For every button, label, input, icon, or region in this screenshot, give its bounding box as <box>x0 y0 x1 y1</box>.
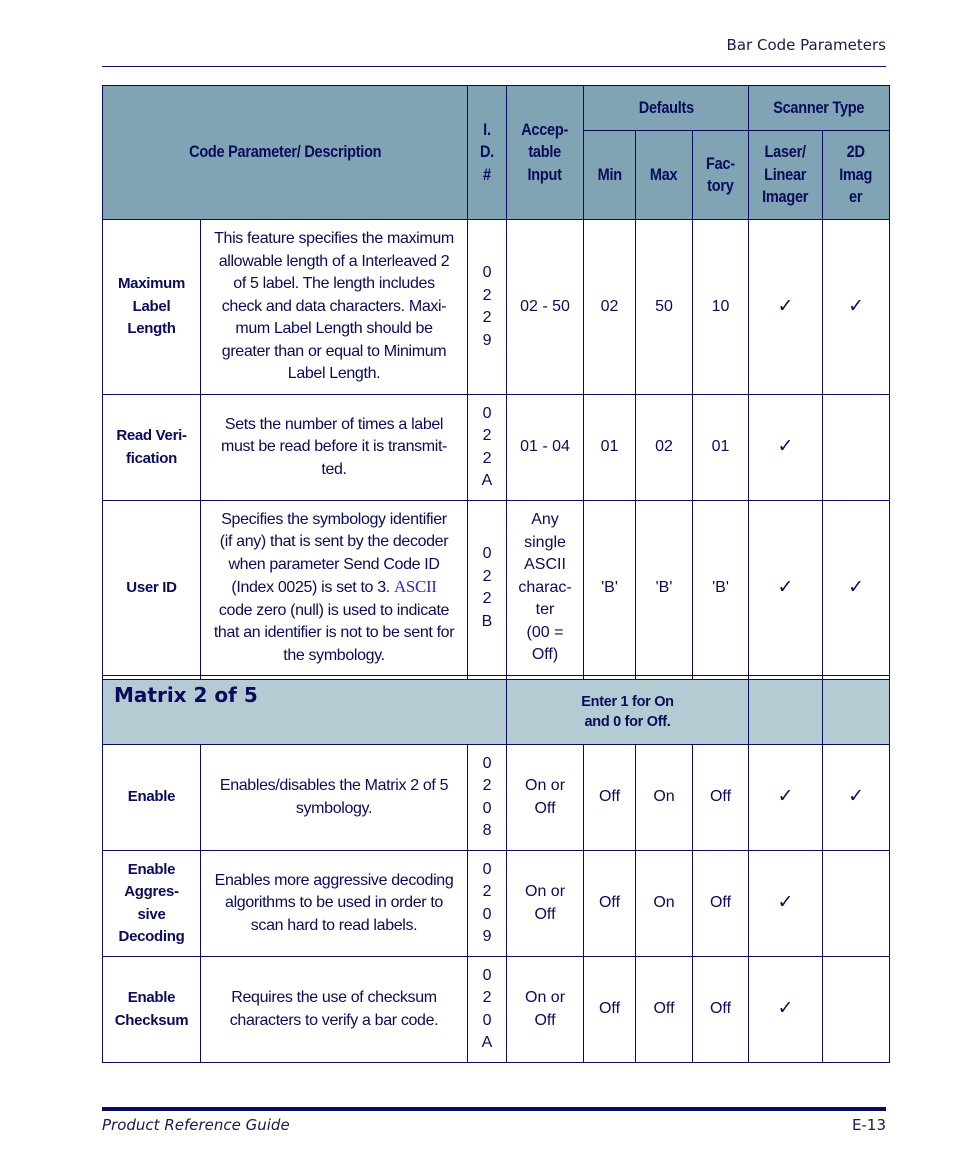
section-laser-cell <box>748 679 824 745</box>
acceptable-input: Any single ASCII charac-ter (00 = Off) <box>506 500 585 676</box>
table-row: Enable Aggres-sive Decoding Enables more ag… <box>102 850 891 957</box>
parameter-name: Maximum Label Length <box>102 219 201 395</box>
parameter-name: Read Veri-fication <box>102 394 201 501</box>
table-row: Read Veri-fication Sets the number of tim… <box>102 394 891 501</box>
laser-linear-imager-support: ✓ <box>748 219 824 395</box>
checkmark-icon: ✓ <box>848 575 864 598</box>
default-factory: 'B' <box>692 500 750 676</box>
parameter-name: User ID <box>102 500 201 676</box>
checkmark-icon: ✓ <box>777 891 794 914</box>
parameter-id: 022A <box>467 394 508 501</box>
acceptable-input: 01 - 04 <box>506 394 585 501</box>
default-factory: Off <box>692 744 750 851</box>
parameter-name: Enable <box>102 744 201 851</box>
imager-2d-support: ✓ <box>822 744 891 851</box>
section-note: Enter 1 for On and 0 for Off. <box>506 679 750 745</box>
checkmark-icon: ✓ <box>777 435 794 458</box>
header-defaults: Defaults <box>583 85 750 131</box>
footer-page-number: E-13 <box>852 1116 886 1134</box>
default-max: Off <box>635 956 694 1063</box>
default-max: On <box>635 744 694 851</box>
table-row: User ID Specifies the symbology identifie… <box>102 500 891 676</box>
default-min: 01 <box>583 394 637 501</box>
default-max: On <box>635 850 694 957</box>
imager-2d-support <box>822 956 891 1063</box>
parameter-description: Enables more aggressive decoding algorith… <box>199 850 469 957</box>
parameter-table: Code Parameter/ Description I. D. # Accep-… <box>101 85 891 1063</box>
default-max: 02 <box>635 394 694 501</box>
header-code-parameter: Code Parameter/ Description <box>101 85 469 220</box>
section-header-row: Matrix 2 of 5 Enter 1 for On and 0 for Off… <box>101 679 891 745</box>
header-id: I. D. # <box>467 85 508 220</box>
table-row: Maximum Label Length This feature specifies… <box>102 219 891 395</box>
acceptable-input: On or Off <box>506 744 585 851</box>
header-2d-imager: 2D Imag er <box>822 130 891 220</box>
default-min: 02 <box>583 219 637 395</box>
parameter-description: Requires the use of checksum characters t… <box>199 956 469 1063</box>
default-min: Off <box>583 850 637 957</box>
header-max: Max <box>635 130 694 220</box>
imager-2d-support <box>822 850 891 957</box>
parameter-name: Enable Aggres-sive Decoding <box>102 850 201 957</box>
acceptable-input: 02 - 50 <box>506 219 585 395</box>
footer-guide-title: Product Reference Guide <box>102 1116 290 1134</box>
parameter-description: This feature specifies the maximum allowa… <box>199 219 469 395</box>
laser-linear-imager-support: ✓ <box>748 500 824 676</box>
header-acceptable-input: Accep-table Input <box>506 85 585 220</box>
default-factory: Off <box>692 850 750 957</box>
parameter-id: 0229 <box>467 219 508 395</box>
section-title: Matrix 2 of 5 <box>101 679 508 745</box>
default-min: Off <box>583 956 637 1063</box>
acceptable-input: On or Off <box>506 956 585 1063</box>
laser-linear-imager-support: ✓ <box>748 744 824 851</box>
imager-2d-support: ✓ <box>822 500 891 676</box>
default-factory: 10 <box>692 219 750 395</box>
default-min: Off <box>583 744 637 851</box>
imager-2d-support <box>822 394 891 501</box>
laser-linear-imager-support: ✓ <box>748 956 824 1063</box>
default-max: 'B' <box>635 500 694 676</box>
laser-linear-imager-support: ✓ <box>748 394 824 501</box>
header-factory: Fac-tory <box>692 130 750 220</box>
header-scanner-type: Scanner Type <box>748 85 891 131</box>
parameter-id: 0208 <box>467 744 508 851</box>
checkmark-icon: ✓ <box>777 575 794 598</box>
parameter-table-body: Maximum Label Length This feature specifies… <box>101 219 891 1063</box>
acceptable-input: On or Off <box>506 850 585 957</box>
imager-2d-support: ✓ <box>822 219 891 395</box>
header-rule <box>102 66 886 67</box>
table-row: Enable Enables/disables the Matrix 2 of 5… <box>102 744 891 851</box>
parameter-description: Specifies the symbology identifier (if an… <box>199 500 469 676</box>
checkmark-icon: ✓ <box>777 997 794 1020</box>
parameter-id: 022B <box>467 500 508 676</box>
parameter-id: 020A <box>467 956 508 1063</box>
checkmark-icon: ✓ <box>848 785 864 808</box>
parameter-description: Sets the number of times a label must be … <box>199 394 469 501</box>
table-row: Enable Checksum Requires the use of checks… <box>102 956 891 1063</box>
default-min: 'B' <box>583 500 637 676</box>
parameter-name: Enable Checksum <box>102 956 201 1063</box>
checkmark-icon: ✓ <box>848 294 864 317</box>
laser-linear-imager-support: ✓ <box>748 850 824 957</box>
parameter-description: Enables/disables the Matrix 2 of 5 symbol… <box>199 744 469 851</box>
checkmark-icon: ✓ <box>777 294 794 317</box>
section-2d-cell <box>822 679 891 745</box>
header-min: Min <box>583 130 637 220</box>
default-factory: 01 <box>692 394 750 501</box>
default-factory: Off <box>692 956 750 1063</box>
parameter-id: 0209 <box>467 850 508 957</box>
header-laser-linear-imager: Laser/Linear Imager <box>748 130 824 220</box>
checkmark-icon: ✓ <box>777 785 794 808</box>
footer-rule <box>102 1107 886 1111</box>
running-header-title: Bar Code Parameters <box>726 36 886 54</box>
default-max: 50 <box>635 219 694 395</box>
